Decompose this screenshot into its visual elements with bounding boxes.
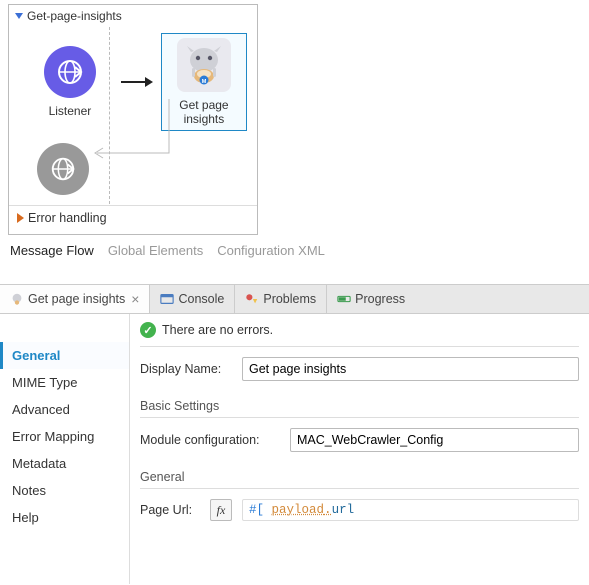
sidebar-item-advanced[interactable]: Advanced	[0, 396, 129, 423]
module-config-label: Module configuration:	[140, 433, 280, 447]
status-text: There are no errors.	[162, 323, 273, 337]
svg-text:M: M	[202, 79, 207, 85]
config-sidebar: General MIME Type Advanced Error Mapping…	[0, 314, 130, 584]
tab-label: Get page insights	[28, 292, 125, 306]
tab-label: Problems	[263, 292, 316, 306]
tab-label: Console	[178, 292, 224, 306]
module-config-input[interactable]	[290, 428, 579, 452]
status-row: ✓ There are no errors.	[140, 322, 579, 346]
return-connector	[89, 95, 199, 165]
tab-label: Progress	[355, 292, 405, 306]
flow-title-bar[interactable]: Get-page-insights	[9, 5, 257, 25]
dw-open-token: #[	[249, 503, 264, 517]
ok-check-icon: ✓	[140, 322, 156, 338]
sidebar-item-help[interactable]: Help	[0, 504, 129, 531]
panel-tab-bar: Get page insights × Console Problems Pro…	[0, 284, 589, 314]
editor-tab-bar: Message Flow Global Elements Configurati…	[0, 235, 589, 264]
expand-triangle-icon[interactable]	[17, 213, 24, 223]
sidebar-item-metadata[interactable]: Metadata	[0, 450, 129, 477]
tab-get-page-insights[interactable]: Get page insights ×	[0, 285, 150, 313]
console-icon	[160, 292, 174, 306]
sidebar-item-error-mapping[interactable]: Error Mapping	[0, 423, 129, 450]
fx-button[interactable]: fx	[210, 499, 232, 521]
progress-icon	[337, 292, 351, 306]
close-icon[interactable]: ×	[131, 291, 139, 307]
payload-token: payload	[272, 503, 325, 517]
fx-icon: fx	[217, 503, 226, 518]
globe-arrow-icon	[44, 46, 96, 98]
tab-console[interactable]: Console	[150, 285, 235, 313]
flow-row-error	[9, 141, 257, 205]
tab-progress[interactable]: Progress	[327, 285, 415, 313]
basic-settings-heading: Basic Settings	[140, 389, 579, 418]
config-panel: General MIME Type Advanced Error Mapping…	[0, 314, 589, 584]
tab-global-elements[interactable]: Global Elements	[108, 243, 203, 258]
collapse-triangle-icon[interactable]	[15, 13, 23, 19]
tab-message-flow[interactable]: Message Flow	[10, 243, 94, 258]
sidebar-item-notes[interactable]: Notes	[0, 477, 129, 504]
page-url-expression[interactable]: #[ payload.url	[242, 499, 579, 521]
page-url-row: Page Url: fx #[ payload.url	[140, 489, 579, 525]
connector-arrow	[121, 77, 153, 87]
display-name-input[interactable]	[242, 357, 579, 381]
display-name-row: Display Name:	[140, 347, 579, 385]
page-url-label: Page Url:	[140, 503, 200, 517]
error-handling-section[interactable]: Error handling	[9, 205, 257, 230]
general-heading: General	[140, 460, 579, 489]
sidebar-item-general[interactable]: General	[0, 342, 129, 369]
mulesoft-mascot-icon	[10, 292, 24, 306]
display-name-label: Display Name:	[140, 362, 232, 376]
mulesoft-mascot-icon: M	[177, 38, 231, 92]
tab-configuration-xml[interactable]: Configuration XML	[217, 243, 325, 258]
globe-arrow-icon	[37, 143, 89, 195]
url-token: url	[332, 503, 355, 517]
config-detail: ✓ There are no errors. Display Name: Bas…	[130, 314, 589, 584]
module-config-row: Module configuration:	[140, 418, 579, 456]
tab-problems[interactable]: Problems	[235, 285, 327, 313]
flow-canvas[interactable]: Get-page-insights Listener	[8, 4, 258, 235]
flow-title: Get-page-insights	[27, 9, 122, 23]
dot-token: .	[324, 503, 332, 517]
sidebar-item-mime-type[interactable]: MIME Type	[0, 369, 129, 396]
listener-label: Listener	[49, 104, 92, 118]
problems-icon	[245, 292, 259, 306]
error-handling-label: Error handling	[28, 211, 107, 225]
